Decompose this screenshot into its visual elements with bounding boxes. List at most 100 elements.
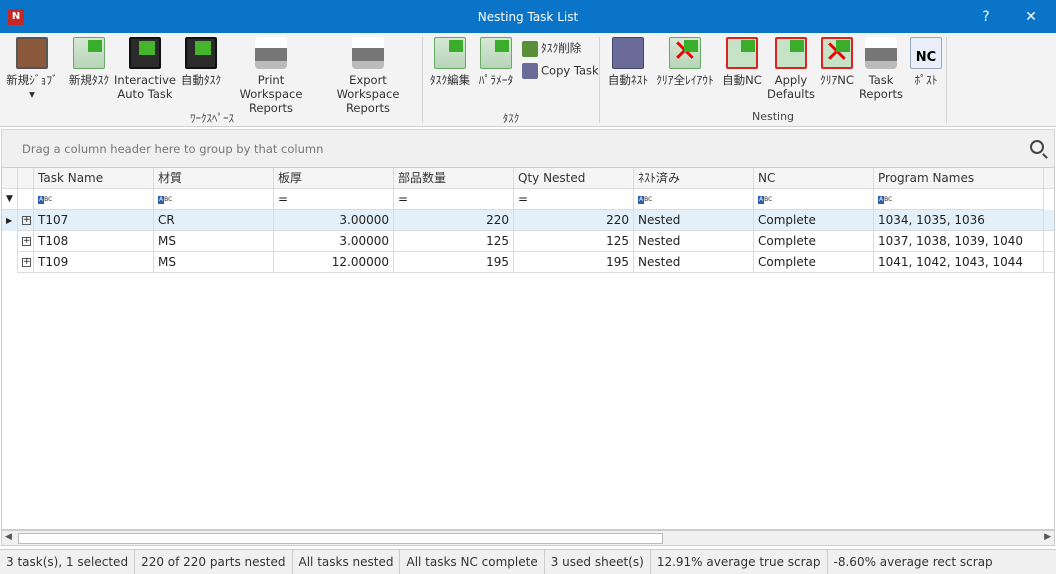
column-header-material[interactable]: 材質 (154, 168, 274, 189)
auto-nest-icon (612, 37, 644, 69)
clear-nc-icon: ✕ (821, 35, 853, 70)
label: 自動ﾈｽﾄ (607, 73, 649, 87)
label: Reports (858, 87, 904, 101)
cell-nested: Nested (634, 252, 754, 273)
column-header-thickness[interactable]: 板厚 (274, 168, 394, 189)
auto-nc-button[interactable]: 自動NC (718, 37, 766, 87)
filter-icon: ▼ (2, 189, 18, 210)
filter-row: ▼ ABC ABC = = = ABC ABC ABC (2, 189, 1054, 210)
scroll-left-icon[interactable]: ◀ (5, 532, 12, 542)
label: 新規ｼﾞｮﾌﾞ (6, 73, 58, 87)
status-rect-scrap: -8.60% average rect scrap (833, 555, 993, 569)
new-task-button[interactable]: 新規ﾀｽｸ (64, 37, 114, 87)
task-reports-button[interactable]: Task Reports (858, 37, 904, 101)
column-header-nc[interactable]: NC (754, 168, 874, 189)
column-header-more[interactable] (1044, 168, 1054, 189)
expand-cell[interactable]: + (18, 231, 34, 252)
filter-quantity[interactable]: = (394, 189, 514, 210)
row-indicator: ▶ (2, 210, 18, 231)
cell-material: MS (154, 231, 274, 252)
column-header-qty-nested[interactable]: Qty Nested (514, 168, 634, 189)
column-header-quantity[interactable]: 部品数量 (394, 168, 514, 189)
cell-material: MS (154, 252, 274, 273)
text-filter-label: BC (764, 196, 773, 203)
label: Auto Task (117, 87, 173, 101)
cell-nested: Nested (634, 231, 754, 252)
expand-icon[interactable]: + (22, 216, 31, 225)
auto-task-icon (185, 37, 217, 69)
table-row[interactable]: + T109 MS 12.00000 195 195 Nested Complete 1041,… (2, 252, 1054, 273)
filter-qty-nested[interactable]: = (514, 189, 634, 210)
delete-task-icon (522, 40, 538, 57)
close-button[interactable]: ✕ (1016, 6, 1046, 28)
interactive-auto-task-button[interactable]: Interactive Auto Task (114, 37, 176, 101)
column-header-program-names[interactable]: Program Names (874, 168, 1044, 189)
status-tasks: 3 task(s), 1 selected (0, 550, 136, 574)
cell-more (1044, 252, 1054, 273)
print-workspace-reports-button[interactable]: Print Workspace Reports (226, 37, 316, 115)
filter-nc[interactable]: ABC (754, 189, 874, 210)
cell-thickness: 3.00000 (274, 210, 394, 231)
filter-program-names[interactable]: ABC (874, 189, 1044, 210)
clear-layouts-icon: ✕ (669, 34, 701, 69)
cell-material: CR (154, 210, 274, 231)
expand-icon[interactable]: + (22, 237, 31, 246)
search-icon[interactable] (1030, 140, 1044, 154)
cell-task: T107 (34, 210, 154, 231)
apply-defaults-button[interactable]: Apply Defaults (766, 37, 816, 101)
ribbon: 新規ｼﾞｮﾌﾞ ▾ 新規ﾀｽｸ Interactive Auto Task 自動ﾀｽ… (0, 33, 1056, 127)
text-filter-label: BC (44, 196, 53, 203)
copy-task-button[interactable]: Copy Task (522, 63, 599, 79)
header-row: Task Name 材質 板厚 部品数量 Qty Nested ﾈｽﾄ済み NC… (2, 168, 1054, 189)
cell-qty: 125 (394, 231, 514, 252)
expand-cell[interactable]: + (18, 252, 34, 273)
copy-task-icon (522, 63, 538, 79)
status-bar: 3 task(s), 1 selected 220 of 220 parts ne… (0, 549, 1056, 574)
cell-programs: 1037, 1038, 1039, 1040 (874, 231, 1044, 252)
expand-cell[interactable]: + (18, 210, 34, 231)
column-header-task-name[interactable]: Task Name (34, 168, 154, 189)
cell-programs: 1034, 1035, 1036 (874, 210, 1044, 231)
label: Task (868, 73, 894, 87)
dropdown-arrow-icon: ▾ (29, 87, 35, 101)
filter-material[interactable]: ABC (154, 189, 274, 210)
parameters-button[interactable]: ﾊﾟﾗﾒｰﾀ (474, 37, 518, 87)
label: ﾎﾟｽﾄ (914, 73, 938, 87)
export-workspace-reports-button[interactable]: Export Workspace Reports (318, 37, 418, 115)
expand-icon[interactable]: + (22, 258, 31, 267)
label: Print Workspace (239, 73, 303, 101)
table-row[interactable]: + T108 MS 3.00000 125 125 Nested Complete 1037, … (2, 231, 1054, 252)
nc-file-icon: NC (910, 37, 942, 69)
label: Interactive (114, 73, 176, 87)
cell-qty: 220 (394, 210, 514, 231)
table-row[interactable]: ▶ + T107 CR 3.00000 220 220 Nested Complete 1034,… (2, 210, 1054, 231)
auto-nc-icon (726, 37, 758, 69)
filter-thickness[interactable]: = (274, 189, 394, 210)
clear-nc-button[interactable]: ✕ ｸﾘｱNC (816, 35, 858, 87)
horizontal-scrollbar[interactable]: ◀ ▶ (1, 530, 1055, 546)
new-job-button[interactable]: 新規ｼﾞｮﾌﾞ ▾ (4, 37, 60, 101)
scroll-right-icon[interactable]: ▶ (1044, 532, 1051, 542)
group-label-task: ﾀｽｸ (502, 112, 520, 125)
group-by-panel[interactable]: Drag a column header here to group by th… (1, 129, 1055, 167)
auto-nest-button[interactable]: 自動ﾈｽﾄ (604, 37, 652, 87)
edit-task-icon (434, 37, 466, 69)
delete-task-button[interactable]: ﾀｽｸ削除 (522, 40, 581, 57)
post-button[interactable]: NC ﾎﾟｽﾄ (906, 37, 946, 87)
help-button[interactable]: ? (971, 6, 1001, 28)
window-title: Nesting Task List (477, 10, 579, 24)
filter-task-name[interactable]: ABC (34, 189, 154, 210)
clear-all-layouts-button[interactable]: ✕ ｸﾘｱ全ﾚｲｱｳﾄ (652, 34, 718, 87)
printer-icon (255, 37, 287, 69)
label: ﾀｽｸ編集 (429, 73, 471, 87)
cell-qty: 195 (394, 252, 514, 273)
filter-nested[interactable]: ABC (634, 189, 754, 210)
corner-cell (2, 168, 18, 189)
column-header-nested[interactable]: ﾈｽﾄ済み (634, 168, 754, 189)
scrollbar-thumb[interactable] (18, 533, 663, 544)
cell-thickness: 12.00000 (274, 252, 394, 273)
label: ﾊﾟﾗﾒｰﾀ (478, 73, 514, 87)
auto-task-button[interactable]: 自動ﾀｽｸ (176, 37, 226, 87)
label: 自動ﾀｽｸ (180, 73, 222, 87)
edit-task-button[interactable]: ﾀｽｸ編集 (426, 37, 474, 87)
